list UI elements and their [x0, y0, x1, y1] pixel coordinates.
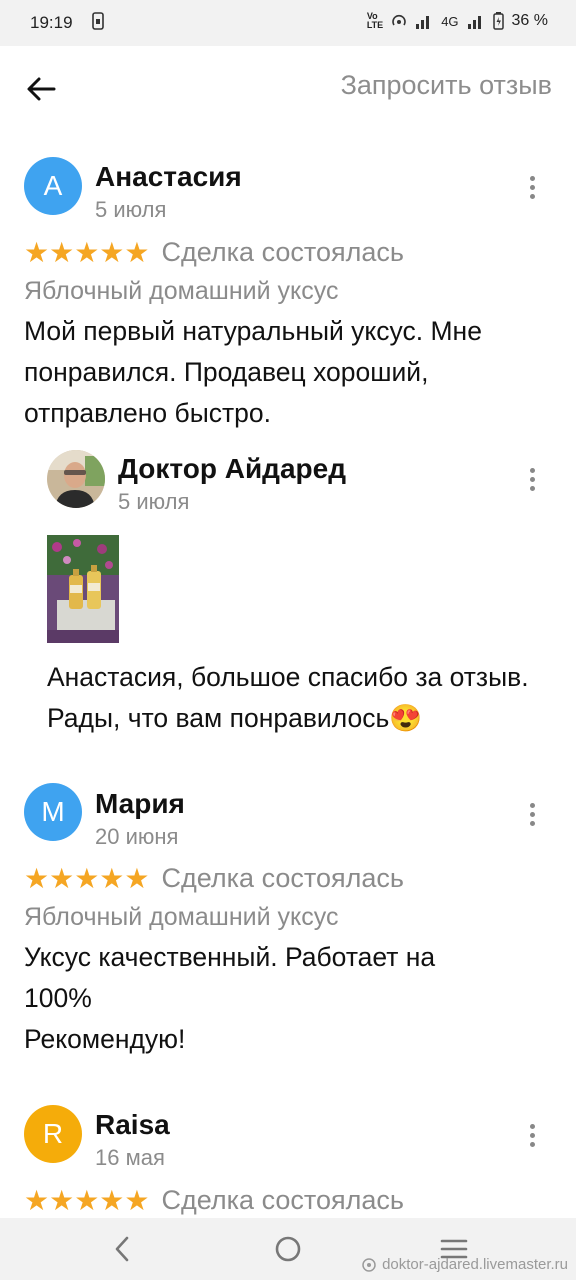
- review-date: 20 июня: [95, 824, 179, 849]
- watermark-text: doktor-ajdared.livemaster.ru: [382, 1256, 568, 1273]
- status-time: 19:19: [30, 13, 73, 32]
- hotspot-icon: [392, 14, 406, 26]
- review-text: Уксус качественный. Работает на 100%: [24, 942, 436, 1013]
- avatar-letter: М: [41, 796, 65, 827]
- product-name[interactable]: Яблочный домашний уксус: [24, 277, 338, 306]
- review-text: Мой первый натуральный уксус. Мне понрав…: [24, 316, 482, 428]
- nav-home-icon[interactable]: [275, 1236, 301, 1262]
- reviewer-name: Raisa: [95, 1109, 170, 1140]
- deal-status: Сделка состоялась: [161, 1185, 404, 1215]
- app-bar: Запросить отзыв: [0, 46, 576, 132]
- arrow-left-icon[interactable]: [24, 72, 58, 106]
- avatar-letter: А: [43, 170, 63, 201]
- avatar: М: [24, 783, 82, 841]
- status-icons: Vo LTE 4G 36 %: [367, 12, 548, 30]
- seller-avatar: [47, 450, 105, 508]
- signal-icon-2: [467, 16, 481, 29]
- star-rating: ★★★★★: [24, 237, 150, 268]
- status-bar: 19:19 Vo LTE 4G 36 %: [0, 0, 576, 46]
- reply-text: Анастасия, большое спасибо за отзыв. Рад…: [47, 662, 529, 733]
- star-rating: ★★★★★: [24, 863, 150, 894]
- reply-more-options-icon[interactable]: [528, 468, 536, 496]
- star-rating: ★★★★★: [24, 1185, 150, 1216]
- reviewer-name: Мария: [95, 788, 185, 819]
- product-name[interactable]: Яблочный домашний уксус: [24, 903, 338, 932]
- signal-icon: [416, 16, 430, 29]
- rating-row: ★★★★★ Сделка состоялась: [24, 1184, 404, 1217]
- watermark: doktor-ajdared.livemaster.ru: [361, 1256, 568, 1273]
- review-date: 5 июля: [95, 197, 167, 222]
- vinegar-bottles-photo: [47, 535, 119, 643]
- watermark-logo-icon: [362, 1257, 376, 1272]
- deal-status: Сделка состоялась: [161, 237, 404, 267]
- avatar-letter: R: [42, 1118, 64, 1149]
- battery-percent: 36 %: [511, 12, 548, 29]
- volte-icon: Vo LTE: [366, 11, 384, 30]
- seller-name: Доктор Айдаред: [118, 453, 346, 484]
- rating-row: ★★★★★ Сделка состоялась: [24, 236, 404, 269]
- request-review-button[interactable]: Запросить отзыв: [341, 70, 552, 101]
- deal-status: Сделка состоялась: [161, 863, 404, 893]
- reviewer-name: Анастасия: [95, 161, 242, 192]
- seller-photo-icon: [47, 450, 105, 508]
- review-date: 16 мая: [95, 1145, 165, 1170]
- review-text-line2: Рекомендую!: [24, 1024, 186, 1054]
- reply-date: 5 июля: [118, 489, 190, 514]
- more-options-icon[interactable]: [528, 803, 536, 831]
- more-options-icon[interactable]: [528, 1124, 536, 1152]
- network-label: 4G: [441, 13, 459, 29]
- nav-back-icon[interactable]: [110, 1235, 134, 1263]
- sim-icon: [92, 12, 104, 30]
- rating-row: ★★★★★ Сделка состоялась: [24, 862, 404, 895]
- battery-icon: [492, 12, 504, 30]
- more-options-icon[interactable]: [528, 176, 536, 204]
- reply-photo[interactable]: [47, 535, 119, 643]
- avatar: А: [24, 157, 82, 215]
- avatar: R: [24, 1105, 82, 1163]
